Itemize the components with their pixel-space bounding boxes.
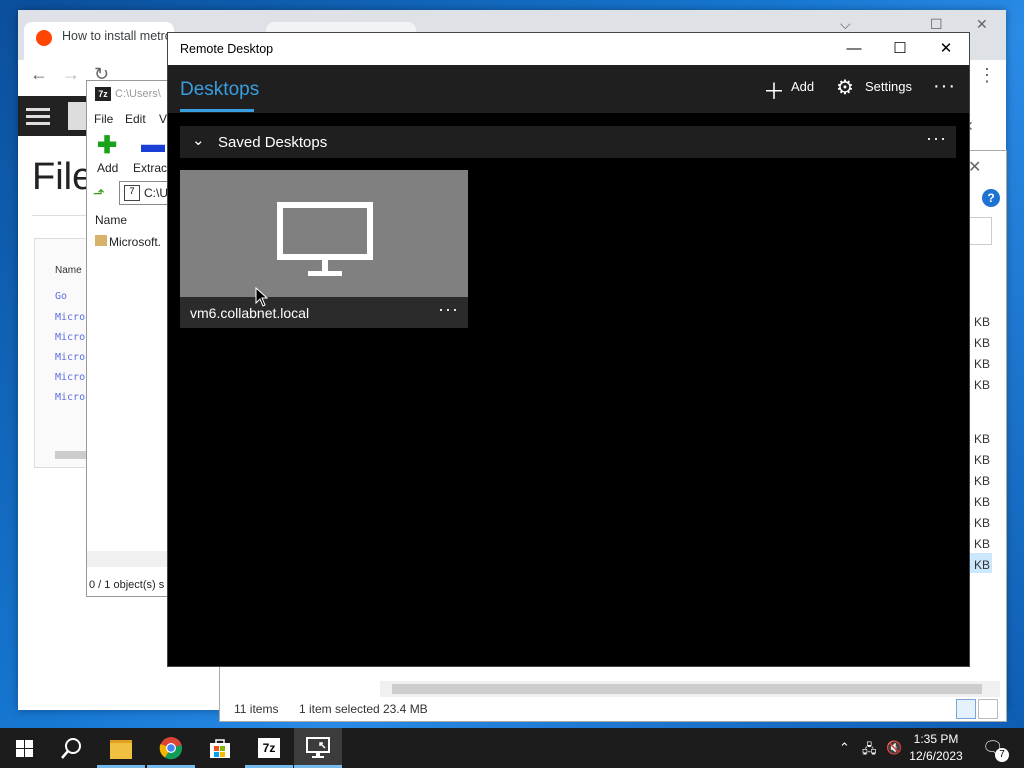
file-link[interactable]: Micro xyxy=(55,392,85,403)
forward-arrow-icon[interactable]: → xyxy=(62,64,80,85)
section-title: Saved Desktops xyxy=(218,134,328,151)
menu-view[interactable]: V xyxy=(159,112,167,126)
extract-button[interactable]: Extract xyxy=(133,161,170,175)
7zip-icon: 7z xyxy=(258,738,280,758)
horizontal-scrollbar[interactable] xyxy=(87,551,177,567)
close-button[interactable]: ✕ xyxy=(923,33,969,65)
7zip-icon: 7z xyxy=(95,87,111,101)
site-logo-icon xyxy=(68,102,88,130)
start-button[interactable] xyxy=(0,728,48,768)
rd-header: Desktops ＋ Add ⚙ Settings ··· xyxy=(168,65,969,113)
7zip-taskbar-button[interactable]: 7z xyxy=(245,728,293,768)
remote-desktop-window[interactable]: Remote Desktop — ☐ ✕ Desktops ＋ Add ⚙ Se… xyxy=(167,32,970,667)
search-button[interactable] xyxy=(48,728,96,768)
desktop-name: vm6.collabnet.local xyxy=(190,305,310,321)
tiles-view-button[interactable] xyxy=(978,699,998,719)
remote-desktop-taskbar-button[interactable] xyxy=(294,728,342,768)
store-icon xyxy=(210,739,230,758)
archive-icon xyxy=(95,235,107,246)
network-icon[interactable]: 🖧 xyxy=(862,740,877,762)
7zip-titlebar: 7z C:\Users\ xyxy=(87,81,177,107)
help-icon[interactable]: ? xyxy=(982,189,1000,207)
plus-icon: ＋ xyxy=(763,79,786,104)
chrome-taskbar-button[interactable] xyxy=(147,728,195,768)
hamburger-menu-icon[interactable] xyxy=(26,108,50,111)
volume-muted-icon[interactable]: 🔇 xyxy=(886,740,902,756)
section-more-icon[interactable]: ··· xyxy=(926,128,947,149)
status-item-count: 11 items xyxy=(234,702,279,716)
column-name[interactable]: Name xyxy=(95,213,127,227)
mouse-cursor-icon xyxy=(255,287,269,307)
search-icon xyxy=(61,738,81,759)
clock-date[interactable]: 12/6/2023 xyxy=(908,749,964,763)
maximize-button[interactable]: ☐ xyxy=(877,33,923,65)
add-icon[interactable]: ✚ xyxy=(97,131,117,160)
archive-row[interactable]: Microsoft. xyxy=(109,235,161,249)
7zip-window[interactable]: 7z C:\Users\ File Edit V ✚ ▬ Add Extract… xyxy=(86,80,181,597)
7zip-status: 0 / 1 object(s) s xyxy=(89,579,165,591)
address-text: C:\U xyxy=(144,186,168,200)
status-selected: 1 item selected xyxy=(299,702,380,716)
gear-icon: ⚙ xyxy=(836,77,854,99)
rd-titlebar: Remote Desktop — ☐ ✕ xyxy=(168,33,969,65)
file-list-header: Name xyxy=(55,265,82,276)
notification-count: 7 xyxy=(995,748,1009,762)
windows-icon xyxy=(16,740,33,757)
back-arrow-icon[interactable]: ← xyxy=(30,64,48,85)
status-size: 23.4 MB xyxy=(383,702,428,716)
extract-icon[interactable]: ▬ xyxy=(141,131,165,159)
reddit-icon xyxy=(36,30,52,46)
menu-file[interactable]: File xyxy=(94,112,113,126)
horizontal-scrollbar[interactable] xyxy=(380,681,1000,697)
file-link[interactable]: Micro xyxy=(55,352,85,363)
tile-more-icon[interactable]: ··· xyxy=(438,299,459,320)
settings-label[interactable]: Settings xyxy=(865,79,912,94)
close-icon[interactable]: ✕ xyxy=(976,16,988,33)
desktop-tile-footer: vm6.collabnet.local ··· xyxy=(180,297,468,328)
7zip-icon: 7 xyxy=(124,185,140,201)
page-heading: File xyxy=(32,156,94,198)
clock-time[interactable]: 1:35 PM xyxy=(908,732,964,746)
taskbar: 7z ⌃ 🖧 🔇 1:35 PM 12/6/2023 🗨 7 xyxy=(0,728,1024,768)
nav-selected-indicator xyxy=(180,109,254,112)
nav-desktops[interactable]: Desktops xyxy=(180,79,259,101)
store-taskbar-button[interactable] xyxy=(196,728,244,768)
minimize-button[interactable]: — xyxy=(831,33,877,65)
chevron-down-icon[interactable]: ⌄ xyxy=(192,131,205,149)
chrome-icon xyxy=(159,737,183,760)
folder-icon xyxy=(110,740,132,759)
menu-edit[interactable]: Edit xyxy=(125,112,146,126)
close-icon[interactable]: ✕ xyxy=(968,157,981,177)
monitor-icon xyxy=(277,202,373,276)
scrollbar-thumb[interactable] xyxy=(392,684,982,694)
more-options-icon[interactable]: ··· xyxy=(933,75,956,98)
settings-button[interactable]: ⚙ xyxy=(836,75,854,100)
window-title: Remote Desktop xyxy=(180,42,274,56)
7zip-title-path: C:\Users\ xyxy=(115,88,161,100)
remote-desktop-icon xyxy=(306,737,330,758)
file-link[interactable]: Micro xyxy=(55,312,85,323)
browser-tab[interactable]: How to install metro xyxy=(24,22,174,60)
up-folder-icon[interactable]: ⬏ xyxy=(93,185,105,202)
add-button[interactable]: Add xyxy=(97,161,118,175)
maximize-icon[interactable]: ☐ xyxy=(930,16,943,33)
details-view-button[interactable] xyxy=(956,699,976,719)
file-link[interactable]: Go xyxy=(55,291,67,302)
browser-menu-icon[interactable]: ⋮ xyxy=(978,65,996,86)
browser-tab-title: How to install metro xyxy=(62,29,172,43)
file-link[interactable]: Micro xyxy=(55,332,85,343)
saved-desktops-section[interactable]: ⌄ Saved Desktops ··· xyxy=(180,126,956,158)
add-label[interactable]: Add xyxy=(791,79,814,94)
desktop-tile[interactable]: vm6.collabnet.local ··· xyxy=(180,170,468,328)
add-button[interactable]: ＋ xyxy=(763,74,785,106)
chevron-down-icon[interactable]: ⌵ xyxy=(840,16,851,33)
file-explorer-taskbar-button[interactable] xyxy=(97,728,145,768)
file-link[interactable]: Micro xyxy=(55,372,85,383)
chevron-up-icon[interactable]: ⌃ xyxy=(839,740,850,756)
